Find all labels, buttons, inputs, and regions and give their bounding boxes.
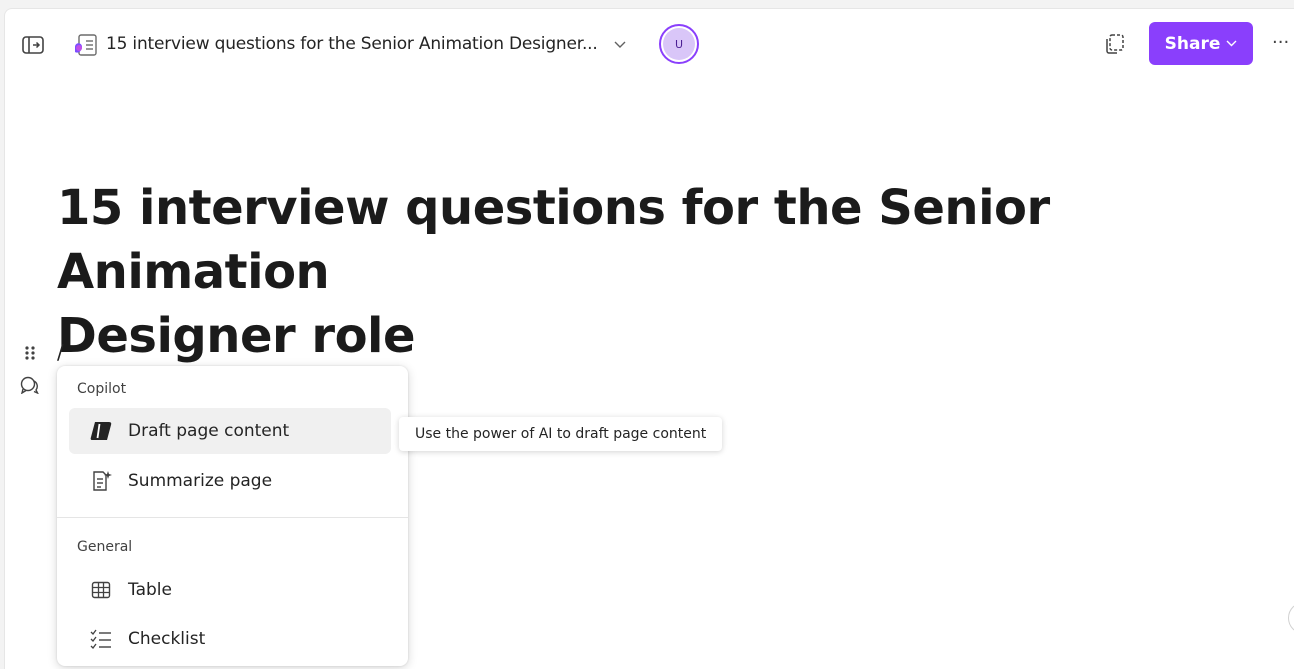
page-title-line-2: Designer role [57,308,416,364]
slash-command-text[interactable]: / [57,340,64,364]
loop-page-icon [73,32,99,58]
section-label-general: General [77,539,133,555]
menu-item-label: Table [128,580,172,600]
menu-item-summarize-page[interactable]: Summarize page [69,458,391,504]
menu-item-table[interactable]: Table [69,567,391,613]
comment-icon[interactable] [20,376,42,396]
checklist-icon [89,627,113,651]
summarize-icon [89,469,113,493]
menu-item-label: Checklist [128,629,206,649]
slash-command-menu: Copilot Draft page content Summarize pag… [57,366,408,666]
page-title-line-1: 15 interview questions for the Senior An… [57,180,1050,300]
copy-link-icon[interactable] [1100,30,1128,58]
menu-item-label: Draft page content [128,421,290,441]
more-options-button[interactable]: ··· [1272,32,1289,53]
doc-title[interactable]: 15 interview questions for the Senior An… [106,34,598,54]
copilot-icon [89,419,113,443]
table-icon [89,578,113,602]
chevron-down-icon [1226,40,1237,47]
tooltip: Use the power of AI to draft page conten… [399,417,723,451]
share-label: Share [1164,33,1221,54]
section-label-copilot: Copilot [77,381,127,397]
drag-handle-icon[interactable] [24,345,38,361]
share-button[interactable]: Share [1149,22,1253,65]
page-title[interactable]: 15 interview questions for the Senior An… [57,176,1287,368]
avatar-initial: U [663,28,695,60]
user-avatar[interactable]: U [659,24,699,64]
menu-item-draft-page-content[interactable]: Draft page content [69,408,391,454]
sidebar-toggle-icon[interactable] [20,34,46,56]
chevron-down-icon[interactable] [612,36,628,54]
menu-divider [57,517,408,518]
menu-item-checklist[interactable]: Checklist [69,616,391,662]
menu-item-label: Summarize page [128,471,273,491]
